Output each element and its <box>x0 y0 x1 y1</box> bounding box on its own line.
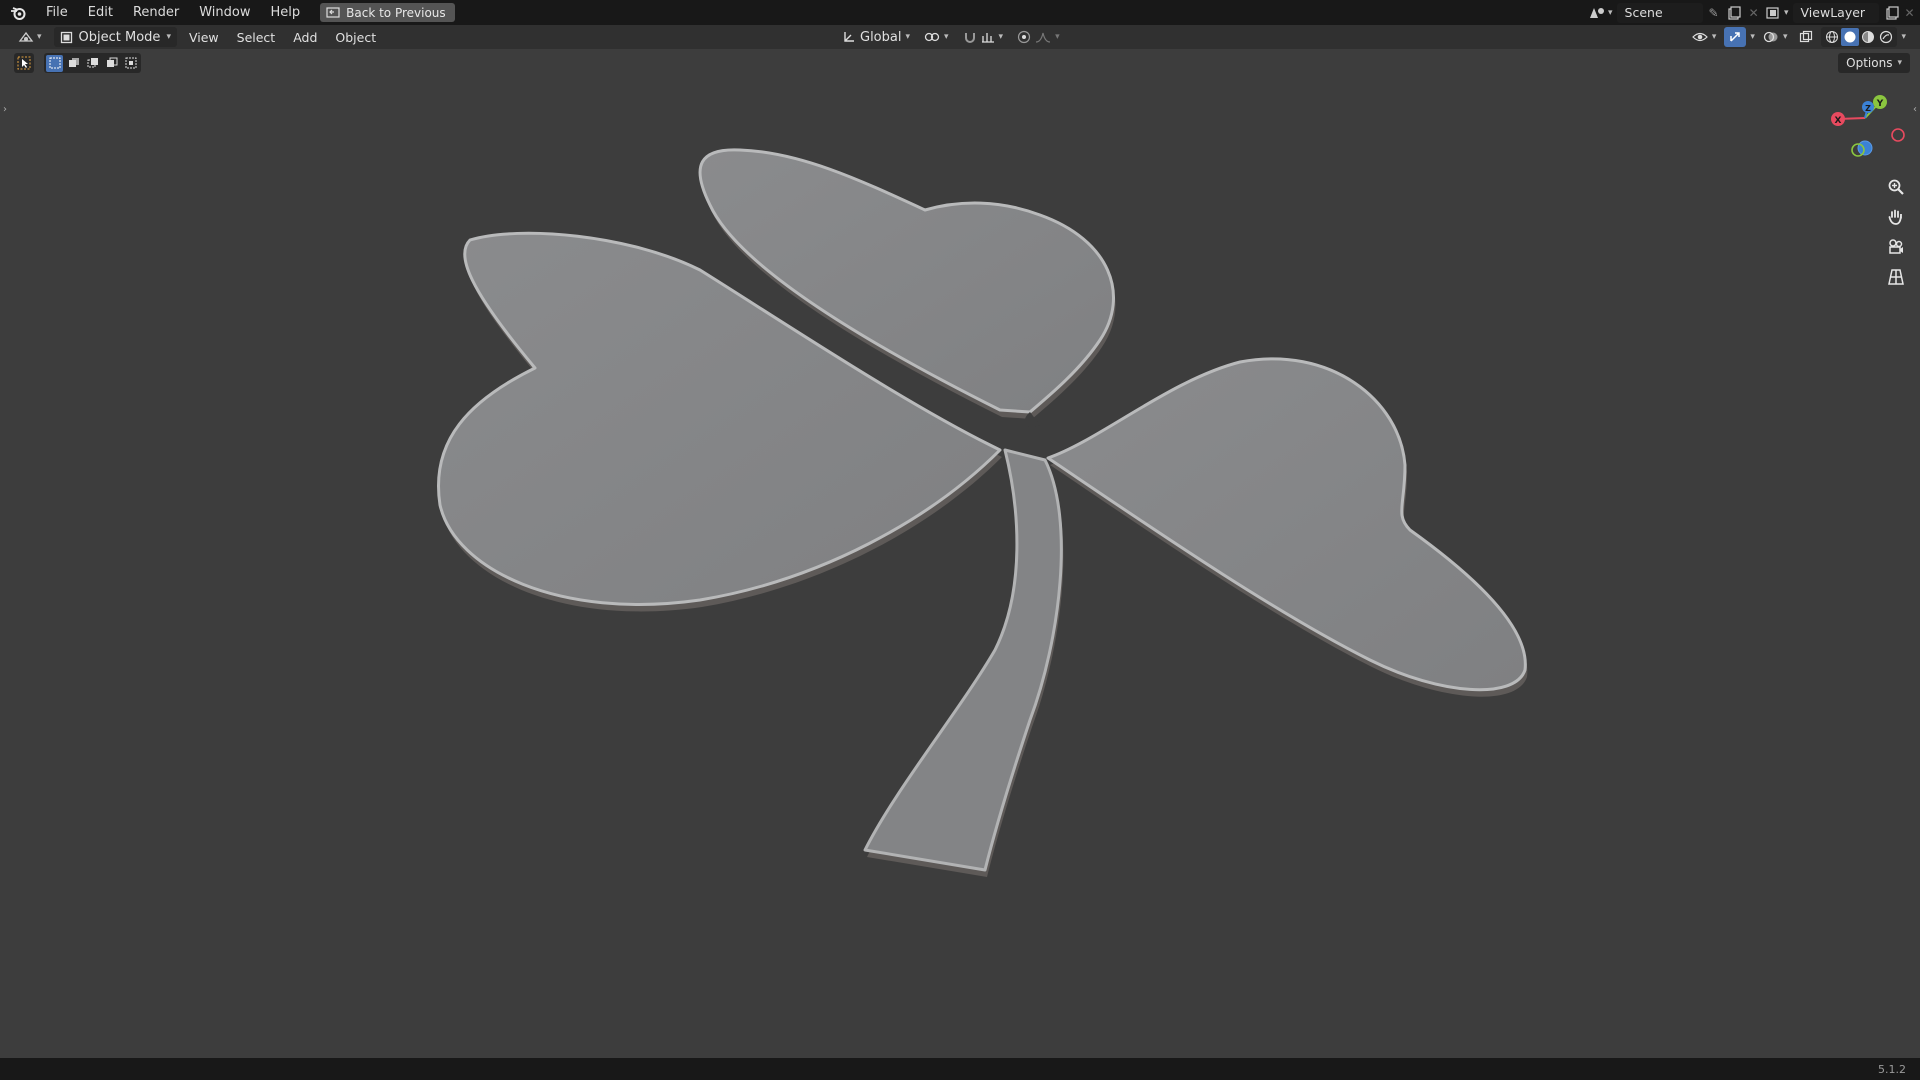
blender-logo-icon[interactable] <box>0 6 36 20</box>
snap-chevron-icon: ▾ <box>998 32 1004 42</box>
gizmo-z-label: Z <box>1865 104 1871 113</box>
new-scene-icon[interactable] <box>1727 5 1741 20</box>
solid-sphere-icon <box>1844 31 1856 43</box>
view-layer-selector[interactable]: ▾ ViewLayer ✕ <box>1766 2 1915 23</box>
gizmo-icon <box>1730 32 1741 42</box>
transform-tools: Global ▾ ▾ ▾ ▾ <box>838 27 1064 47</box>
proportional-edit-icon <box>1017 30 1031 44</box>
view-layer-name: ViewLayer <box>1800 5 1866 20</box>
scene-icon <box>1590 7 1604 18</box>
scene-selector[interactable]: ▾ Scene ✎ ✕ <box>1588 2 1759 23</box>
orientation-chevron-icon: ▾ <box>905 32 911 42</box>
camera-icon <box>1889 239 1903 254</box>
toolbar-expand-arrow-icon[interactable]: › <box>0 102 10 116</box>
transform-orientation-dropdown[interactable]: Global ▾ <box>838 27 914 47</box>
gizmo-toggle[interactable] <box>1724 27 1747 47</box>
orientation-axes-icon <box>844 32 854 42</box>
back-to-previous-label: Back to Previous <box>346 5 446 20</box>
gizmo-x-label: X <box>1835 116 1842 126</box>
view-layer-chevron-icon: ▾ <box>1784 7 1789 18</box>
version-label: 5.1.2 <box>1878 1062 1906 1076</box>
snap-increment-icon <box>981 33 994 43</box>
pivot-point-icon <box>924 32 940 42</box>
gizmo-neg-z-axis[interactable] <box>1857 140 1873 156</box>
material-preview-button[interactable] <box>1859 28 1877 46</box>
solid-shading-button[interactable] <box>1841 28 1860 46</box>
new-view-layer-icon[interactable] <box>1885 5 1899 20</box>
menu-file[interactable]: File <box>36 5 78 20</box>
pin-scene-icon[interactable]: ✎ <box>1709 6 1719 20</box>
gizmo-y-label: Y <box>1876 99 1884 109</box>
perspective-toggle-button[interactable] <box>1882 263 1910 291</box>
overlays-toggle[interactable]: ▾ <box>1759 27 1792 47</box>
gizmo-chevron-icon[interactable]: ▾ <box>1750 32 1755 42</box>
perspective-grid-icon <box>1888 269 1904 285</box>
snap-magnet-icon <box>964 33 975 43</box>
scene-name-field[interactable]: Scene <box>1616 2 1703 23</box>
editor-type-chevron-icon: ▾ <box>37 32 42 42</box>
object-mode-icon <box>60 31 72 43</box>
rendered-shading-button[interactable] <box>1877 28 1895 46</box>
scene-name: Scene <box>1624 5 1663 20</box>
shading-chevron-icon[interactable]: ▾ <box>1901 32 1906 42</box>
pivot-point-dropdown[interactable]: ▾ <box>920 27 953 47</box>
overlays-chevron-icon: ▾ <box>1782 32 1788 42</box>
menu-object[interactable]: Object <box>329 27 382 47</box>
scene-dropdown-chevron-icon: ▾ <box>1608 7 1613 18</box>
3d-viewport[interactable] <box>0 49 1920 1058</box>
status-bar: 5.1.2 <box>0 1058 1920 1080</box>
object-mode-chevron-icon: ▾ <box>166 32 171 42</box>
visibility-chevron-icon: ▾ <box>1711 32 1717 42</box>
sidebar-expand-arrow-icon[interactable]: ‹ <box>1910 102 1920 116</box>
menu-view[interactable]: View <box>183 27 225 47</box>
shading-mode-group <box>1821 27 1898 47</box>
pivot-chevron-icon: ▾ <box>944 32 949 42</box>
delete-scene-icon[interactable]: ✕ <box>1749 6 1759 20</box>
editor-type-icon <box>18 31 34 42</box>
viewport-display-controls: ▾ ▾ ▾ ▾ <box>1688 27 1906 47</box>
wireframe-shading-button[interactable] <box>1823 28 1841 46</box>
menu-edit[interactable]: Edit <box>78 5 123 20</box>
xray-icon <box>1800 30 1813 43</box>
camera-view-button[interactable] <box>1882 233 1910 261</box>
zoom-button[interactable] <box>1882 173 1910 201</box>
zoom-magnifier-icon <box>1888 179 1904 195</box>
shamrock-mesh[interactable] <box>437 148 1528 877</box>
menu-add[interactable]: Add <box>287 27 323 47</box>
rendered-sphere-icon <box>1880 30 1893 44</box>
object-mode-label: Object Mode <box>78 29 161 45</box>
snap-toggle[interactable]: ▾ <box>959 27 1008 47</box>
material-sphere-icon <box>1862 31 1875 43</box>
wireframe-sphere-icon <box>1826 31 1839 43</box>
navigation-gizmo[interactable]: X Y Z <box>1820 92 1910 164</box>
visibility-dropdown[interactable]: ▾ <box>1688 27 1721 47</box>
proportional-editing-toggle[interactable]: ▾ <box>1013 27 1064 47</box>
pan-button[interactable] <box>1882 203 1910 231</box>
transform-orientation-label: Global <box>860 29 902 45</box>
object-mode-dropdown[interactable]: Object Mode ▾ <box>53 27 177 47</box>
falloff-chevron-icon: ▾ <box>1055 32 1060 42</box>
view-layer-field[interactable]: ViewLayer <box>1792 2 1879 23</box>
overlays-icon <box>1763 31 1778 43</box>
menu-help[interactable]: Help <box>261 5 311 20</box>
top-bar: File Edit Render Window Help Back to Pre… <box>0 0 1920 25</box>
gizmo-neg-x-axis[interactable] <box>1891 128 1905 142</box>
right-leaf <box>1046 357 1527 692</box>
menu-select[interactable]: Select <box>231 27 282 47</box>
editor-type-button[interactable]: ▾ <box>12 27 48 47</box>
menu-window[interactable]: Window <box>189 5 260 20</box>
pan-hand-icon <box>1888 209 1902 225</box>
view-layer-icon <box>1766 6 1779 19</box>
xray-toggle[interactable] <box>1795 27 1817 47</box>
back-to-previous-button[interactable]: Back to Previous <box>320 3 455 22</box>
menu-render[interactable]: Render <box>123 5 189 20</box>
back-screen-icon <box>326 6 340 18</box>
falloff-curve-icon <box>1036 32 1051 43</box>
selectability-eye-icon <box>1692 32 1708 42</box>
delete-view-layer-icon[interactable]: ✕ <box>1905 6 1915 20</box>
